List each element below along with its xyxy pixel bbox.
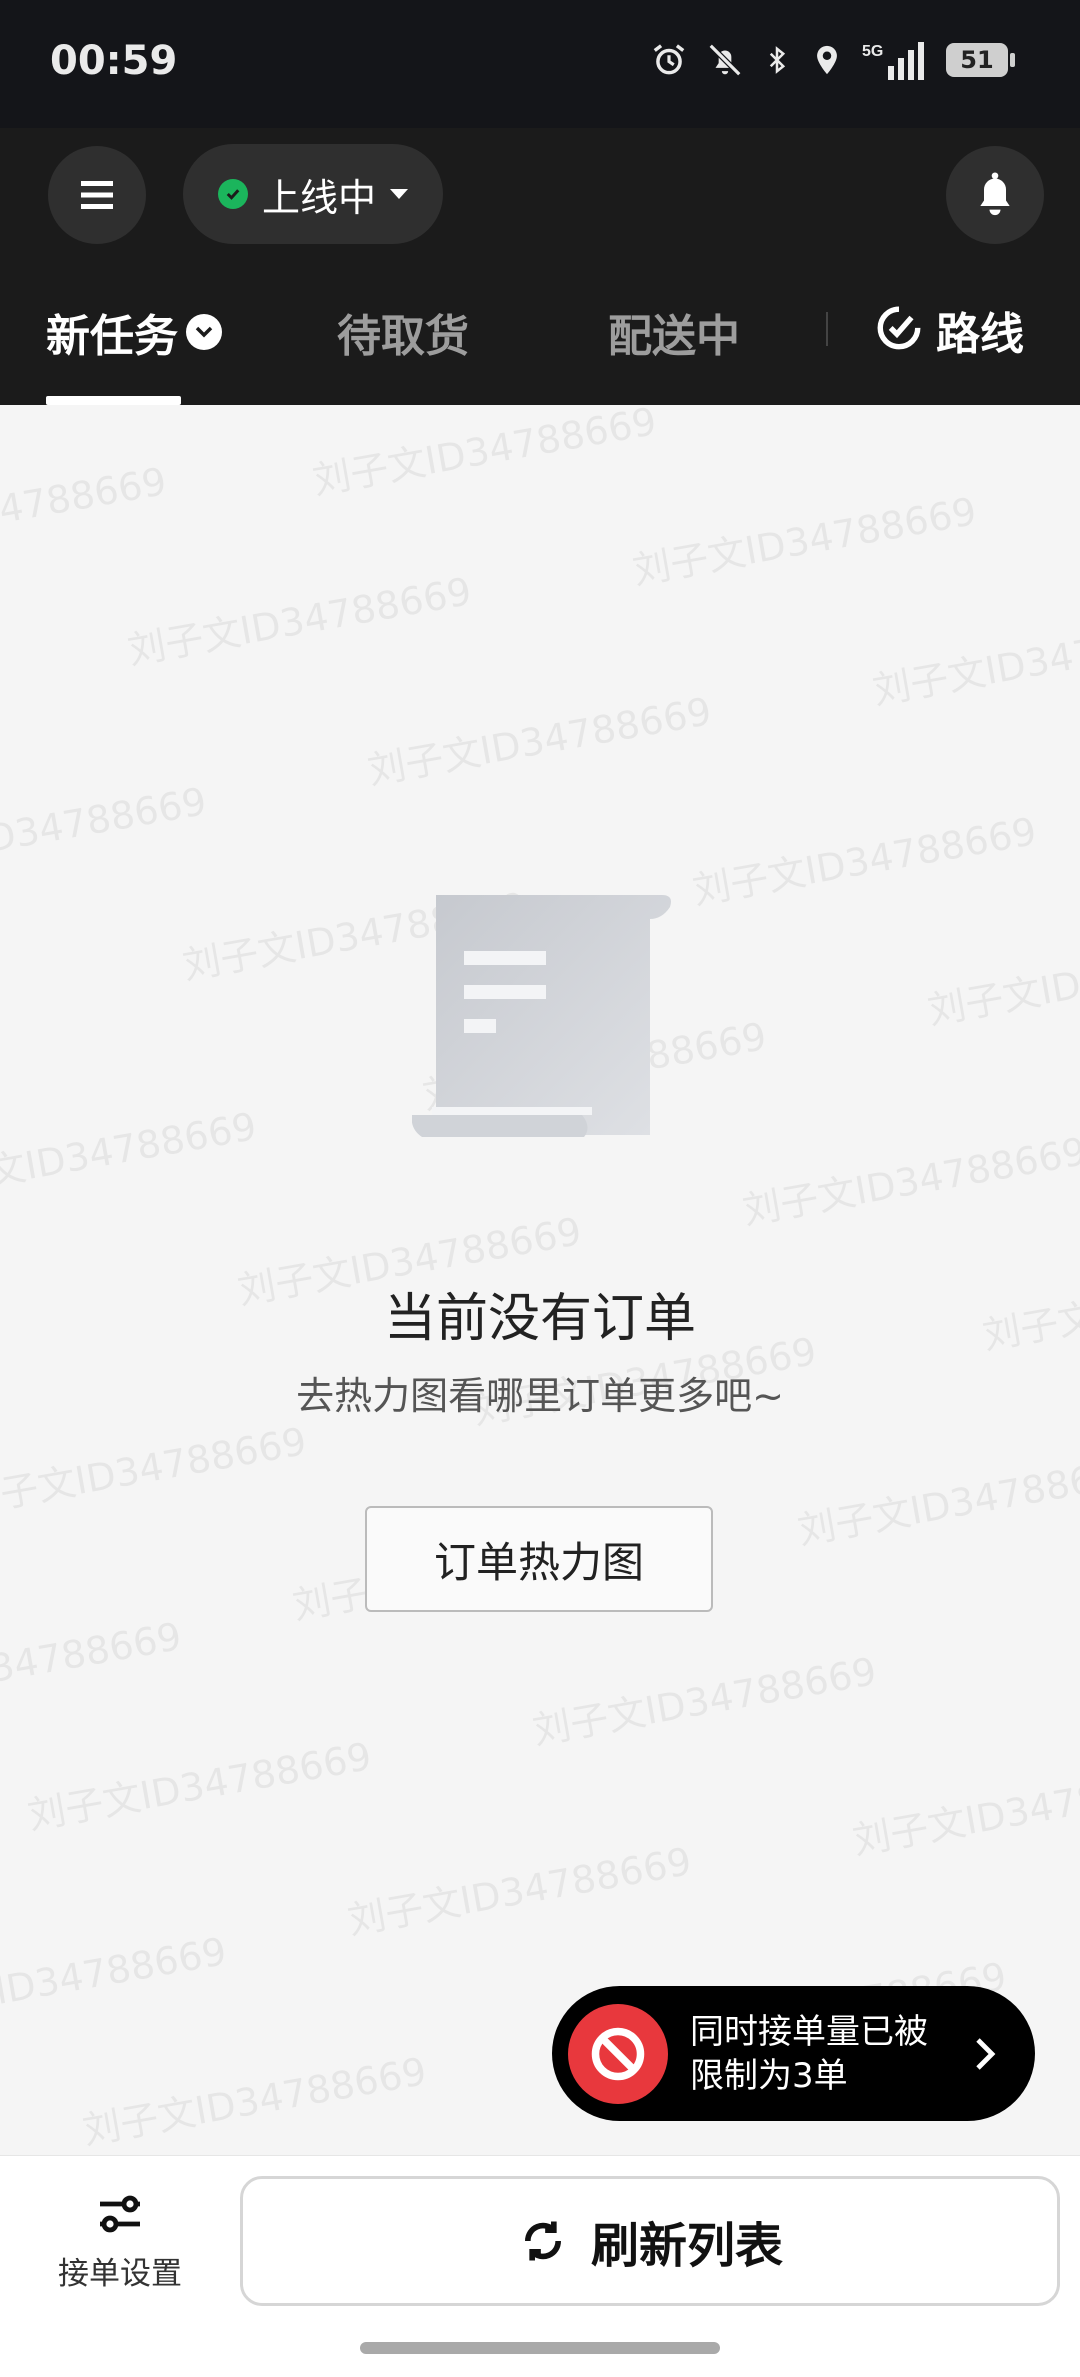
online-status-dropdown[interactable]: 上线中 (183, 144, 443, 244)
tab-pending-pickup[interactable]: 待取货 (337, 300, 469, 364)
order-settings-label: 接单设置 (58, 2256, 182, 2292)
empty-order-illustration (412, 895, 671, 1137)
bluetooth-icon (769, 46, 786, 74)
watermark: 刘子文ID34788669 (79, 2049, 430, 2153)
watermark: 刘子文ID34788669 (689, 809, 1040, 913)
prohibited-icon (568, 2003, 668, 2104)
watermark: 刘子文ID34788669 (24, 1734, 375, 1838)
status-bar: 00:59 5G 51 (0, 0, 1080, 128)
watermark: 刘子文ID34788669 (124, 569, 475, 673)
watermark: 刘子文ID34788669 (0, 459, 170, 563)
menu-icon (81, 181, 113, 209)
route-icon (877, 306, 921, 350)
order-limit-message: 同时接单量已被 限制为3单 (690, 2010, 960, 2098)
caret-down-icon (390, 189, 408, 199)
order-limit-line-2: 限制为3单 (690, 2055, 848, 2096)
order-limit-toast[interactable]: 同时接单量已被 限制为3单 (552, 1986, 1035, 2121)
notifications-button[interactable] (946, 146, 1044, 244)
alarm-icon (653, 44, 685, 75)
signal-5g-icon: 5G (862, 42, 924, 80)
watermark: 刘子文ID34788669 (0, 1104, 260, 1208)
order-tabs: 新任务 待取货 配送中 路线 (0, 290, 1080, 405)
order-heatmap-button[interactable]: 订单热力图 (365, 1506, 713, 1612)
watermark: 刘子文ID34788669 (924, 929, 1080, 1033)
watermark: 刘子文ID34788669 (0, 1614, 185, 1718)
watermark: 刘子文ID34788669 (344, 1839, 695, 1943)
location-icon (817, 45, 837, 75)
watermark: 刘子文ID34788669 (869, 609, 1080, 713)
watermark: 刘子文ID34788669 (849, 1759, 1080, 1863)
home-indicator[interactable] (360, 2342, 720, 2354)
empty-state-title: 当前没有订单 (383, 1289, 696, 1349)
empty-state-subtitle: 去热力图看哪里订单更多吧~ (296, 1374, 784, 1418)
watermark: 刘子文ID34788669 (364, 689, 715, 793)
chevron-down-icon (186, 314, 222, 350)
menu-button[interactable] (48, 146, 146, 244)
tab-new-tasks[interactable]: 新任务 (46, 300, 222, 364)
watermark: 刘子文ID34788669 (739, 1129, 1080, 1233)
notification-off-icon (708, 43, 742, 77)
tab-route[interactable]: 路线 (874, 298, 1024, 362)
refresh-list-button[interactable]: 刷新列表 (240, 2176, 1060, 2306)
watermark: 刘子文ID34788669 (309, 399, 660, 503)
order-limit-line-1: 同时接单量已被 (690, 2011, 928, 2052)
settings-sliders-icon (100, 2195, 140, 2233)
tab-divider (826, 312, 828, 346)
watermark: 刘子文ID34788669 (529, 1649, 880, 1753)
refresh-list-label: 刷新列表 (590, 2218, 783, 2274)
tab-label: 路线 (936, 309, 1024, 360)
order-settings-button[interactable]: 接单设置 (40, 2194, 200, 2293)
status-time: 00:59 (50, 38, 178, 84)
watermark: 刘子文ID34788669 (0, 779, 210, 883)
tab-label: 新任务 (46, 311, 178, 362)
online-status-label: 上线中 (261, 175, 376, 220)
bell-icon (980, 172, 1010, 216)
watermark: 刘子文ID34788669 (0, 1419, 310, 1523)
active-tab-indicator (46, 396, 181, 405)
battery-level: 51 (960, 46, 994, 74)
watermark: 刘子文ID34788669 (629, 489, 980, 593)
status-icons: 5G 51 (650, 40, 1015, 80)
top-bar: 00:59 5G 51 上线中 新任务 待取货 配送中 路线 (0, 0, 1080, 405)
tab-delivering[interactable]: 配送中 (608, 300, 740, 364)
svg-text:5G: 5G (862, 43, 883, 60)
watermark: 刘子文ID34788669 (794, 1449, 1080, 1553)
chevron-right-icon (976, 2037, 996, 2070)
watermark: 刘子文ID34788669 (0, 1929, 230, 2033)
refresh-icon (525, 2221, 561, 2261)
check-icon (217, 179, 248, 209)
battery-icon: 51 (946, 43, 1015, 77)
